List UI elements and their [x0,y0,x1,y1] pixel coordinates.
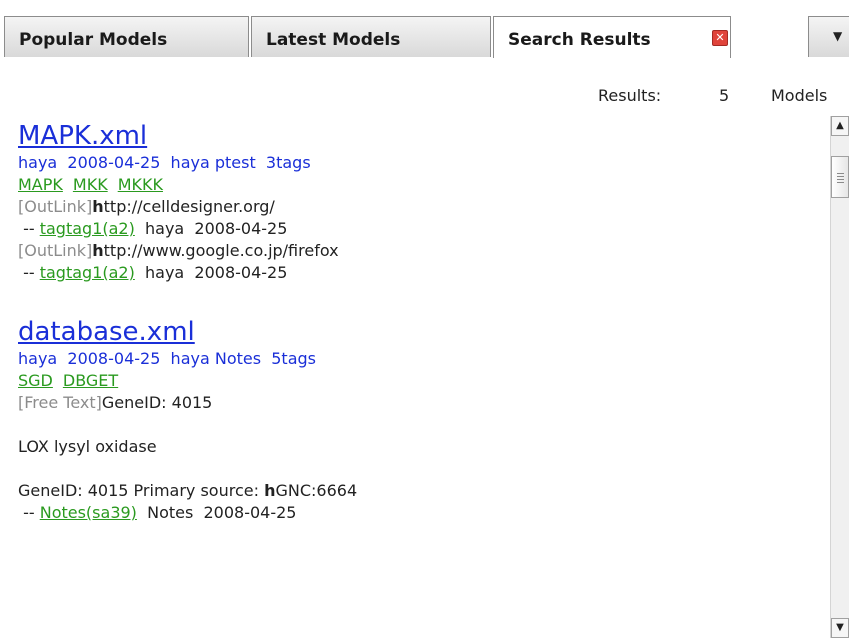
results-count: 5 [719,86,730,105]
entry-kind: [OutLink] [18,241,93,260]
tag-list: SGD DBGET [18,370,823,392]
result-item: MAPK.xml haya 2008-04-25 haya ptest 3tag… [18,120,823,284]
result-item: database.xml haya 2008-04-25 haya Notes … [18,316,823,524]
outlink-url: ttp://www.google.co.jp/firefox [103,241,339,260]
annotation-line: -- Notes(sa39) Notes 2008-04-25 [18,503,297,522]
tab-bar: Popular Models Latest Models Search Resu… [0,0,849,58]
tag-link[interactable]: DBGET [63,371,118,390]
tab-list-menu-button[interactable]: ▼ [808,16,849,57]
tag-list: MAPK MKK MKKK [18,174,823,196]
annotation-line: -- tagtag1(a2) haya 2008-04-25 [18,219,288,238]
tab-search-results[interactable]: Search Results ✕ [493,16,731,58]
tag-link[interactable]: MAPK [18,175,63,194]
element-link[interactable]: tagtag1(a2) [40,219,135,238]
arrow-up-icon[interactable]: ▲ [831,116,849,136]
free-text-line: [Free Text]GeneID: 4015 [18,393,213,412]
outlink-line: [OutLink]http://celldesigner.org/ [18,197,275,216]
outlink-url: ttp://celldesigner.org/ [103,197,275,216]
tab-popular-models[interactable]: Popular Models [4,16,249,57]
tab-latest-models[interactable]: Latest Models [251,16,491,57]
arrow-down-icon[interactable]: ▼ [831,618,849,638]
results-list: MAPK.xml haya 2008-04-25 haya ptest 3tag… [18,120,823,534]
model-title-link[interactable]: database.xml [18,316,823,348]
chevron-down-icon: ▼ [833,29,843,43]
results-unit: Models [771,86,828,105]
vertical-scrollbar[interactable]: ▲ ▼ [830,116,849,638]
tag-link[interactable]: SGD [18,371,53,390]
model-meta: haya 2008-04-25 haya Notes 5tags [18,349,316,368]
free-text-line: GeneID: 4015 Primary source: hGNC:6664 [18,481,358,500]
tag-link[interactable]: MKKK [118,175,163,194]
entry-kind: [Free Text] [18,393,102,412]
element-link[interactable]: Notes(sa39) [40,503,137,522]
free-text-line: LOX lysyl oxidase [18,437,157,456]
tab-label: Search Results [508,30,651,50]
model-meta: haya 2008-04-25 haya ptest 3tags [18,153,311,172]
close-icon[interactable]: ✕ [712,30,728,46]
tag-link[interactable]: MKK [73,175,108,194]
model-title-link[interactable]: MAPK.xml [18,120,823,152]
outlink-line: [OutLink]http://www.google.co.jp/firefox [18,241,339,260]
results-label: Results: [598,86,662,105]
annotation-line: -- tagtag1(a2) haya 2008-04-25 [18,263,288,282]
scrollbar-thumb[interactable] [831,156,849,198]
entry-kind: [OutLink] [18,197,93,216]
element-link[interactable]: tagtag1(a2) [40,263,135,282]
